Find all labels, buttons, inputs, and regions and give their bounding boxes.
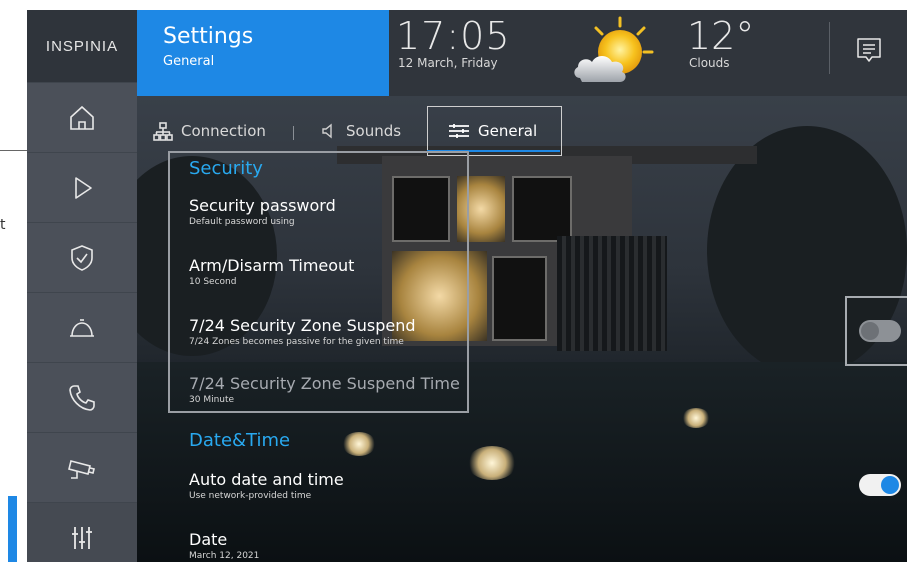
- temperature: 12° Clouds: [687, 14, 754, 70]
- setting-desc: 30 Minute: [189, 395, 235, 405]
- tablet-screen: INSPINIA Settings General 17:05 12 March…: [27, 10, 907, 562]
- phone-icon: [69, 384, 95, 411]
- section-security-title: Security: [189, 158, 263, 179]
- header: Settings General 17:05 12 March, Friday: [137, 10, 907, 96]
- setting-label: 7/24 Security Zone Suspend Time: [189, 374, 460, 393]
- shield-check-icon: [71, 244, 93, 271]
- setting-label: Date: [189, 530, 228, 549]
- temperature-value: 12°: [687, 14, 755, 58]
- sidebar-item-services[interactable]: [27, 292, 137, 362]
- message-icon: [857, 38, 881, 62]
- setting-label: Arm/Disarm Timeout: [189, 256, 355, 275]
- network-icon: [153, 122, 173, 141]
- page-title: Settings: [163, 24, 254, 49]
- settings-tabs: Connection Sounds General: [137, 106, 907, 156]
- section-datetime-title: Date&Time: [189, 430, 291, 451]
- service-bell-icon: [70, 318, 94, 337]
- setting-desc: 7/24 Zones becomes passive for the given…: [189, 337, 404, 347]
- callout-text: t: [0, 217, 6, 233]
- setting-desc: March 12, 2021: [189, 551, 260, 561]
- sliders-horizontal-icon: [449, 124, 469, 138]
- setting-label: 7/24 Security Zone Suspend: [189, 316, 416, 335]
- weather-description: Clouds: [689, 56, 730, 70]
- setting-arm-disarm-timeout[interactable]: Arm/Disarm Timeout 10 Second: [189, 256, 354, 287]
- tab-sounds-label: Sounds: [346, 122, 402, 140]
- page-title-tile: Settings General: [137, 10, 389, 96]
- sidebar-item-phone[interactable]: [27, 362, 137, 432]
- sliders-icon: [72, 526, 92, 549]
- setting-auto-date-time[interactable]: Auto date and time Use network-provided …: [189, 470, 344, 501]
- setting-label: Auto date and time: [189, 470, 344, 489]
- clock: 17:05 12 March, Friday: [396, 14, 511, 70]
- setting-desc: Use network-provided time: [189, 491, 312, 501]
- toggle-knob: [861, 322, 879, 340]
- sidebar-item-scenarios[interactable]: [27, 152, 137, 222]
- messages-button[interactable]: [849, 30, 889, 70]
- sidebar: INSPINIA: [27, 10, 137, 562]
- auto-date-time-toggle[interactable]: [859, 474, 901, 496]
- sidebar-item-security[interactable]: [27, 222, 137, 292]
- tab-sounds[interactable]: Sounds: [320, 106, 401, 156]
- page-subtitle: General: [163, 54, 215, 69]
- setting-desc: 10 Second: [189, 277, 237, 287]
- setting-label: Security password: [189, 196, 336, 215]
- setting-security-password[interactable]: Security password Default password using: [189, 196, 336, 227]
- sidebar-item-camera[interactable]: [27, 432, 137, 502]
- play-icon: [75, 176, 92, 199]
- camera-icon: [68, 459, 95, 479]
- speaker-icon: [322, 123, 332, 139]
- brand-logo: INSPINIA: [27, 10, 137, 82]
- clock-date: 12 March, Friday: [398, 56, 498, 70]
- clock-time: 17:05: [396, 14, 511, 58]
- setting-date[interactable]: Date March 12, 2021: [189, 530, 259, 561]
- sidebar-item-settings[interactable]: [27, 502, 137, 562]
- tab-connection[interactable]: Connection: [153, 106, 266, 156]
- tab-connection-label: Connection: [181, 122, 266, 140]
- setting-zone-suspend[interactable]: 7/24 Security Zone Suspend 7/24 Zones be…: [189, 316, 416, 347]
- tab-separator: [293, 126, 294, 140]
- sidebar-item-home[interactable]: [27, 82, 137, 152]
- tab-general[interactable]: General: [427, 106, 562, 156]
- home-icon: [70, 105, 94, 130]
- zone-suspend-toggle[interactable]: [859, 320, 901, 342]
- setting-desc: Default password using: [189, 217, 295, 227]
- header-divider: [829, 22, 830, 74]
- tab-general-label: General: [478, 122, 538, 140]
- toggle-knob: [881, 476, 899, 494]
- active-indicator: [8, 496, 17, 562]
- sun-cloud-icon: [574, 16, 654, 82]
- setting-zone-suspend-time[interactable]: 7/24 Security Zone Suspend Time 30 Minut…: [189, 374, 460, 405]
